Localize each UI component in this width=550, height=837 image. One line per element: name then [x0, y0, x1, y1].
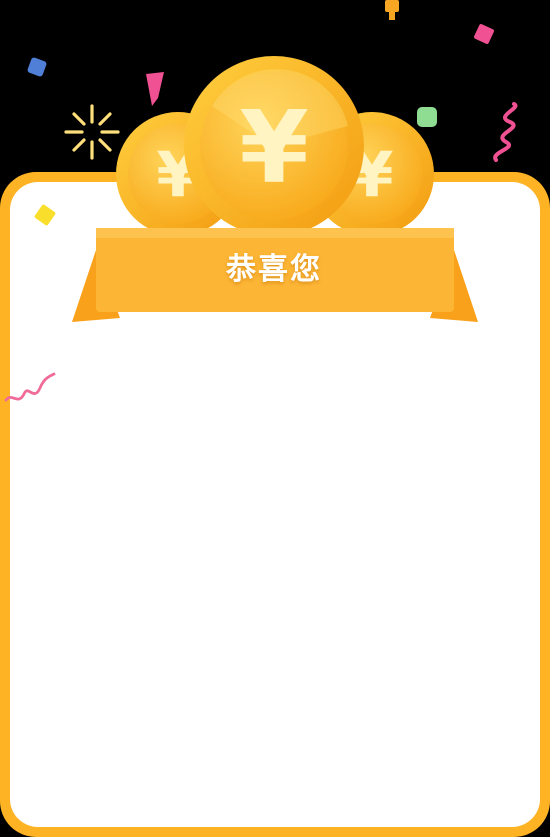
- confetti-pink-icon: [474, 24, 494, 44]
- confetti-pink-squiggle-icon: [493, 102, 518, 162]
- dialog-title: 恭喜您: [226, 252, 322, 287]
- confetti-yellow-icon: [34, 204, 56, 226]
- confetti-orange-icon: [385, 0, 399, 20]
- confetti-blue-icon: [27, 57, 47, 77]
- gold-yuan-coin-icon: ¥ ¥ ¥: [116, 56, 434, 236]
- reward-popup: ¥ ¥ ¥ 恭喜您: [0, 0, 550, 837]
- confetti-squiggle-left-icon: [4, 372, 56, 402]
- svg-text:¥: ¥: [239, 89, 309, 206]
